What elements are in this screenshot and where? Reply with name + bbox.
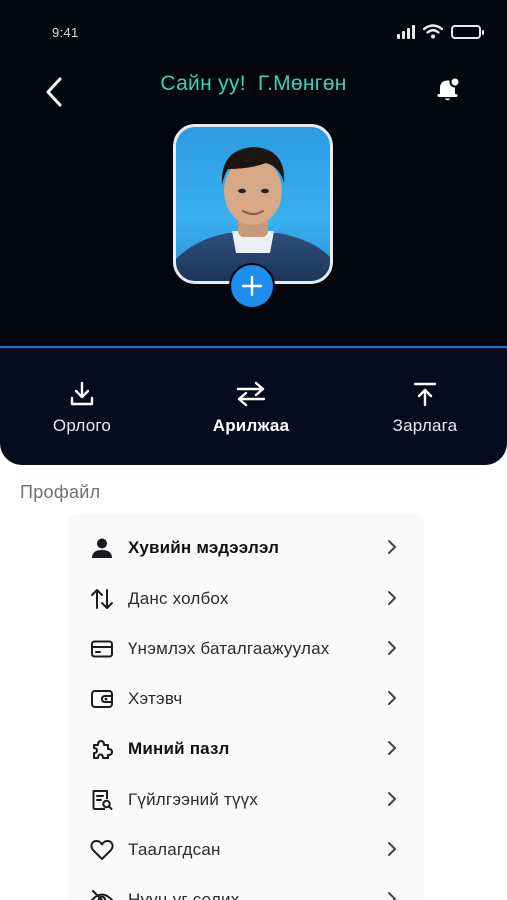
menu-item-label: Хувийн мэдээлэл — [128, 538, 280, 557]
status-icons — [397, 24, 484, 39]
exchange-label: Арилжаа — [212, 416, 290, 435]
exchange-button[interactable]: Арилжаа — [176, 378, 326, 436]
menu-item-my-puzzle[interactable]: Миний пазл — [68, 724, 424, 774]
receipt-search-icon — [92, 790, 113, 810]
menu-item-change-password[interactable]: Нууц үг солих — [68, 875, 424, 900]
eye-off-icon — [90, 890, 114, 900]
quick-actions: Орлого Арилжаа Зарлага — [0, 348, 507, 465]
puzzle-icon — [93, 740, 113, 759]
cellular-signal-icon — [397, 24, 415, 39]
chevron-right-icon — [388, 792, 396, 806]
menu-item-label: Гүйлгээний түүх — [128, 790, 259, 809]
menu-item-label: Данс холбох — [128, 589, 229, 608]
chevron-right-icon — [388, 591, 396, 605]
wallet-icon — [91, 690, 113, 708]
swap-arrows-icon — [236, 381, 266, 407]
bell-icon — [437, 76, 461, 101]
menu-item-personal-info[interactable]: Хувийн мэдээлэл — [68, 523, 424, 573]
menu-item-label: Миний пазл — [128, 739, 230, 758]
card-icon — [91, 640, 113, 658]
menu-item-label: Таалагдсан — [128, 840, 221, 859]
menu-item-label: Үнэмлэх баталгаажуулах — [128, 639, 330, 658]
plus-icon — [241, 275, 263, 297]
menu-item-link-account[interactable]: Данс холбох — [68, 574, 424, 624]
chevron-right-icon — [388, 641, 396, 655]
section-title: Профайл — [20, 482, 101, 502]
chevron-right-icon — [388, 842, 396, 856]
profile-screen: 9:41 Сайн уу! Г.Мөнгөн Орлого Арилжаа За… — [0, 0, 507, 900]
chevron-right-icon — [388, 540, 396, 554]
profile-menu: Хувийн мэдээлэл Данс холбох Үнэмлэх бата… — [68, 513, 424, 900]
upload-icon — [413, 382, 437, 407]
notifications-button[interactable] — [431, 72, 465, 106]
download-icon — [70, 381, 94, 406]
chevron-right-icon — [388, 691, 396, 705]
menu-item-label: Хэтэвч — [128, 689, 183, 708]
status-time: 9:41 — [52, 25, 79, 40]
menu-item-wallet[interactable]: Хэтэвч — [68, 674, 424, 724]
chevron-right-icon — [388, 892, 396, 900]
avatar — [173, 124, 333, 284]
add-photo-button[interactable] — [231, 265, 273, 307]
profile-header: 9:41 Сайн уу! Г.Мөнгөн — [0, 0, 507, 348]
expense-label: Зарлага — [392, 416, 458, 435]
income-button[interactable]: Орлого — [7, 378, 157, 436]
person-icon — [92, 538, 112, 558]
menu-item-favorites[interactable]: Таалагдсан — [68, 825, 424, 875]
chevron-right-icon — [388, 741, 396, 755]
menu-item-label: Нууц үг солих — [128, 890, 240, 900]
battery-icon — [451, 24, 484, 39]
menu-item-id-verification[interactable]: Үнэмлэх баталгаажуулах — [68, 624, 424, 674]
greeting-text: Сайн уу! — [160, 72, 246, 95]
user-name: Г.Мөнгөн — [257, 72, 347, 95]
income-label: Орлого — [52, 416, 112, 435]
user-photo — [176, 147, 330, 281]
sort-arrows-icon — [91, 589, 113, 609]
wifi-icon — [423, 24, 443, 39]
menu-item-transaction-history[interactable]: Гүйлгээний түүх — [68, 775, 424, 825]
expense-button[interactable]: Зарлага — [350, 378, 500, 436]
heart-icon — [90, 840, 114, 860]
